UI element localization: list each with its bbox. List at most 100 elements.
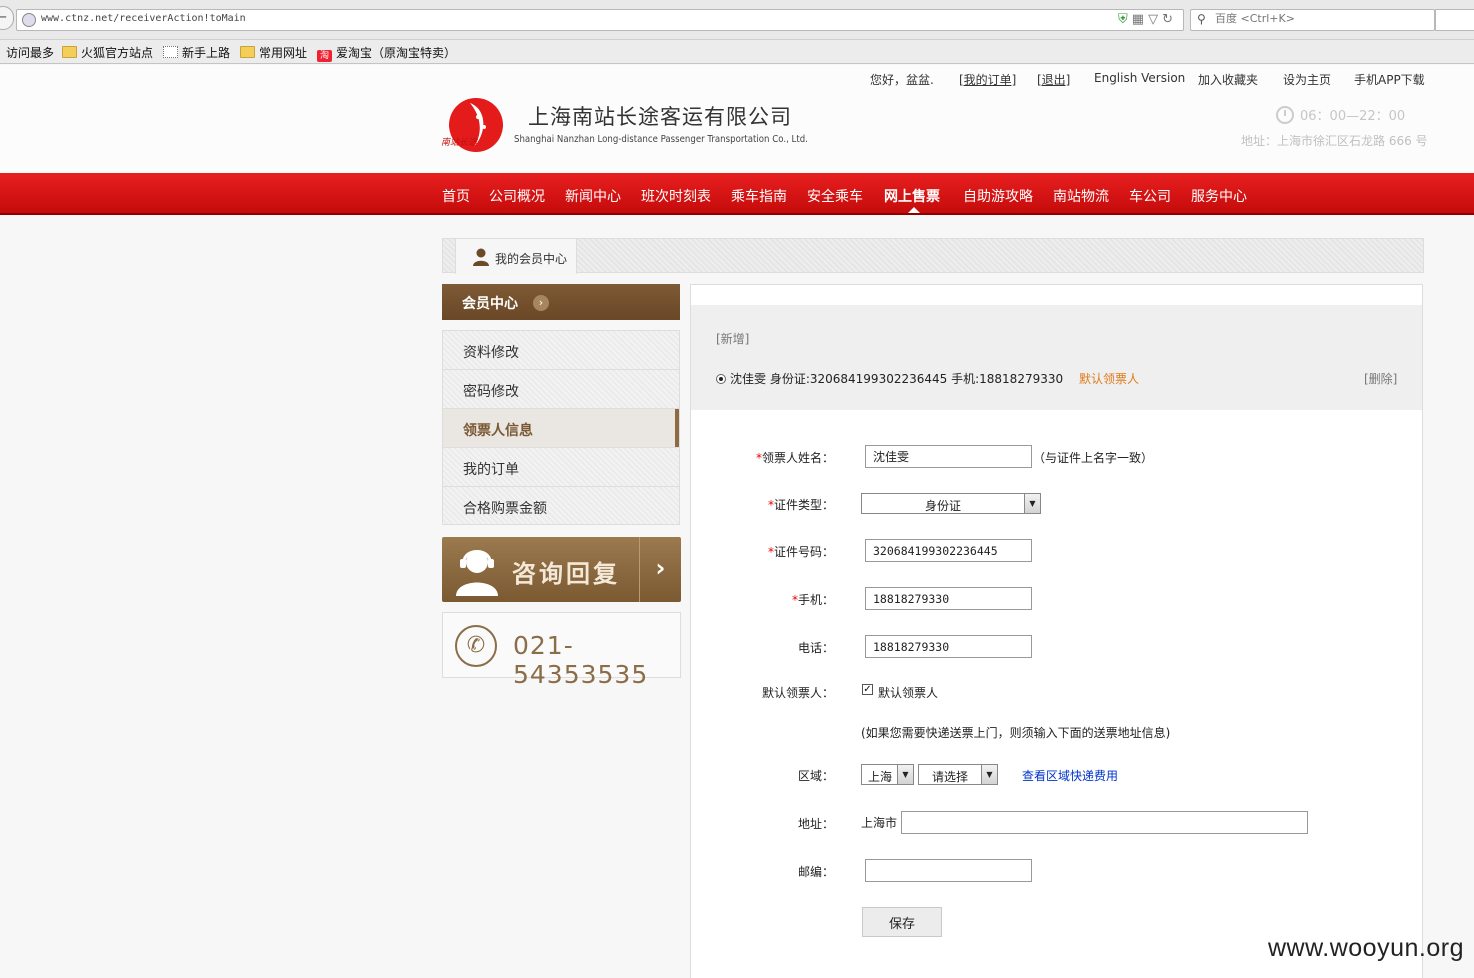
hotline-banner: ✆ 021-54353535 <box>442 612 681 689</box>
breadcrumb-tab[interactable]: 我的会员中心 <box>455 239 577 274</box>
receiver-radio[interactable] <box>716 374 726 384</box>
nav-travel-guide[interactable]: 自助游攻略 <box>963 186 1033 206</box>
nav-online-ticket[interactable]: 网上售票 <box>884 186 940 206</box>
company-logo[interactable]: 南站长途 <box>440 97 506 157</box>
nav-company[interactable]: 公司概况 <box>489 186 545 206</box>
nav-guide[interactable]: 乘车指南 <box>731 186 787 206</box>
page-icon <box>163 46 178 58</box>
delete-receiver-link[interactable]: [删除] <box>1364 370 1397 387</box>
main-panel: [新增] 沈佳雯 身份证:320684199302236445 手机:18818… <box>690 284 1423 978</box>
mobile-label: *手机： <box>791 593 834 607</box>
region-fee-link[interactable]: 查看区域快递费用 <box>1022 767 1118 784</box>
default-receiver-checkbox[interactable]: ✓ <box>862 684 873 695</box>
person-icon <box>473 248 489 266</box>
main-nav: 首页 公司概况 新闻中心 班次时刻表 乘车指南 安全乘车 网上售票 自助游攻略 … <box>0 173 1474 215</box>
add-receiver-link[interactable]: [新增] <box>716 330 749 347</box>
name-label: *领票人姓名： <box>755 451 834 465</box>
nav-safety[interactable]: 安全乘车 <box>807 186 863 206</box>
dropdown-arrow-icon: ▼ <box>981 765 997 784</box>
receiver-name-input[interactable] <box>865 445 1032 468</box>
search-box[interactable]: ⚲ <box>1190 9 1435 31</box>
idtype-select[interactable]: 身份证 ▼ <box>861 493 1041 514</box>
service-hours: 06：00—22：00 <box>1276 105 1405 124</box>
nav-timetable[interactable]: 班次时刻表 <box>641 186 711 206</box>
nav-bus-company[interactable]: 车公司 <box>1129 186 1171 206</box>
active-nav-indicator <box>908 207 920 213</box>
search-input[interactable] <box>1215 12 1425 25</box>
idtype-label: *证件类型： <box>767 498 834 512</box>
name-hint: （与证件上名字一致） <box>1033 451 1154 465</box>
bookmark-most-visited[interactable]: 访问最多 <box>6 44 54 61</box>
region-city-select[interactable]: 上海 ▼ <box>861 764 914 785</box>
add-favorite-link[interactable]: 加入收藏夹 <box>1198 71 1258 88</box>
address-text: www.ctnz.net/receiverAction!toMain <box>41 13 246 24</box>
sidebar-menu: 资料修改 密码修改 领票人信息 我的订单 合格购票金额 <box>442 330 680 525</box>
address-bar[interactable]: www.ctnz.net/receiverAction!toMain ⛨▦▽↻ <box>16 9 1184 31</box>
breadcrumb-label: 我的会员中心 <box>495 252 568 266</box>
dropdown-arrow-icon: ▼ <box>1024 494 1040 513</box>
bookmark-common-sites[interactable]: 常用网址 <box>240 44 307 61</box>
taobao-icon: 淘 <box>317 50 332 62</box>
set-homepage-link[interactable]: 设为主页 <box>1283 71 1331 88</box>
company-name-en: Shanghai Nanzhan Long-distance Passenger… <box>514 134 808 145</box>
company-address: 地址：上海市徐汇区石龙路 666 号 <box>1241 134 1428 148</box>
bookmark-getting-started[interactable]: 新手上路 <box>163 44 230 61</box>
qr-icon[interactable]: ▦ <box>1132 12 1148 27</box>
bookmark-aitaobao[interactable]: 淘爱淘宝（原淘宝特卖） <box>317 44 456 62</box>
watermark: www.wooyun.org <box>1268 934 1464 962</box>
phone-icon: ✆ <box>455 625 497 667</box>
nav-logistics[interactable]: 南站物流 <box>1053 186 1109 206</box>
english-version-link[interactable]: English Version <box>1094 71 1185 85</box>
id-number-input[interactable] <box>865 539 1032 562</box>
shield-icon[interactable]: ⛨ <box>1118 12 1132 27</box>
consult-reply-banner[interactable]: 咨询回复 › <box>442 537 681 602</box>
dropdown-arrow-icon: ▼ <box>897 765 913 784</box>
consult-reply-label: 咨询回复 <box>512 560 620 588</box>
folder-icon <box>240 46 255 58</box>
logo-text: 南站长途 <box>441 137 479 148</box>
phone-label: 电话： <box>797 641 834 655</box>
customer-service-icon <box>456 550 498 596</box>
browser-toolbar: ← www.ctnz.net/receiverAction!toMain ⛨▦▽… <box>0 0 1474 40</box>
phone-input[interactable] <box>865 635 1032 658</box>
back-button[interactable]: ← <box>0 6 14 30</box>
chevron-right-icon: › <box>639 537 681 602</box>
nav-service-center[interactable]: 服务中心 <box>1191 186 1247 206</box>
folder-icon <box>62 46 77 58</box>
sidebar-item-profile[interactable]: 资料修改 <box>442 330 680 369</box>
app-download-link[interactable]: 手机APP下载 <box>1354 71 1425 88</box>
nav-news[interactable]: 新闻中心 <box>565 186 621 206</box>
sidebar-title: 会员中心 › <box>442 284 680 320</box>
sidebar-title-text: 会员中心 <box>462 296 518 312</box>
company-name-cn: 上海南站长途客运有限公司 <box>528 105 792 129</box>
express-note: (如果您需要快递送票上门，则须输入下面的送票地址信息) <box>861 726 1171 740</box>
receiver-entry[interactable]: 沈佳雯 身份证:320684199302236445 手机:1881827933… <box>716 370 1063 387</box>
zip-input[interactable] <box>865 859 1032 882</box>
default-receiver-tag: 默认领票人 <box>1079 372 1140 386</box>
chevron-right-icon: › <box>533 295 549 311</box>
search-icon: ⚲ <box>1197 12 1206 26</box>
reload-icon[interactable]: ↻ <box>1162 12 1177 27</box>
save-button[interactable]: 保存 <box>862 907 942 937</box>
breadcrumb: 我的会员中心 <box>442 238 1424 274</box>
site-header: 您好，盆盆. [我的订单] [退出] English Version 加入收藏夹… <box>0 65 1474 173</box>
region-district-select[interactable]: 请选择 ▼ <box>918 764 998 785</box>
hotline-number: 021-54353535 <box>513 631 649 689</box>
sidebar-item-receiver-info[interactable]: 领票人信息 <box>442 408 680 447</box>
address-prefix: 上海市 <box>861 816 898 830</box>
bookmark-firefox-site[interactable]: 火狐官方站点 <box>62 44 153 61</box>
address-bar-icons: ⛨▦▽↻ <box>1118 12 1177 27</box>
sidebar-item-my-orders[interactable]: 我的订单 <box>442 447 680 486</box>
sidebar-item-purchase-amount[interactable]: 合格购票金额 <box>442 486 680 525</box>
bookmarks-bar: 访问最多 火狐官方站点 新手上路 常用网址 淘爱淘宝（原淘宝特卖） <box>0 40 1474 64</box>
clock-icon <box>1276 106 1294 124</box>
logout-link[interactable]: [退出] <box>1037 71 1070 88</box>
region-label: 区域： <box>797 769 834 783</box>
nav-home[interactable]: 首页 <box>442 186 470 206</box>
mobile-input[interactable] <box>865 587 1032 610</box>
my-orders-link[interactable]: [我的订单] <box>959 71 1016 88</box>
address-input[interactable] <box>901 811 1308 834</box>
sidebar-item-password[interactable]: 密码修改 <box>442 369 680 408</box>
search-extra[interactable] <box>1435 9 1474 31</box>
dropdown-arrow-icon[interactable]: ▽ <box>1148 12 1162 27</box>
